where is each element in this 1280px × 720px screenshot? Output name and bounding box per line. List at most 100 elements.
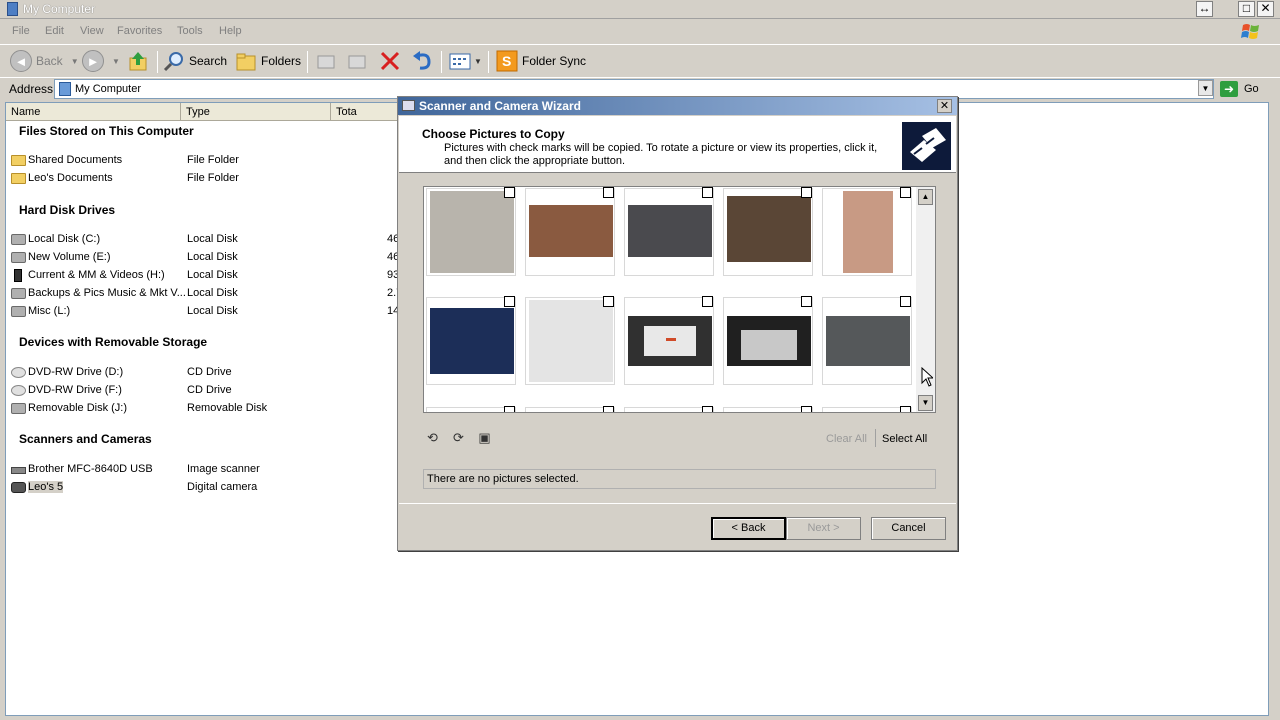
- dialog-close-button[interactable]: ✕: [937, 99, 952, 113]
- thumbnail[interactable]: [426, 296, 516, 385]
- thumbnail-checkbox[interactable]: [801, 406, 812, 412]
- folder-icon: [11, 155, 26, 166]
- menu-tools[interactable]: Tools: [177, 25, 203, 37]
- item-name: Leo's Documents: [28, 172, 113, 184]
- go-arrow-icon: ➜: [1220, 81, 1238, 97]
- list-item[interactable]: Backups & Pics Music & Mkt V... Local Di…: [9, 286, 409, 302]
- back-button[interactable]: < Back: [711, 517, 786, 540]
- thumbnail[interactable]: [822, 296, 912, 385]
- phone-drive-icon: [14, 269, 22, 282]
- list-item[interactable]: Brother MFC-8640D USB Image scanner: [9, 462, 409, 478]
- thumbnail-checkbox[interactable]: [504, 187, 515, 198]
- forward-button[interactable]: ► ▼: [82, 49, 120, 73]
- scanner-icon: [11, 467, 26, 474]
- undo-button[interactable]: [411, 49, 433, 73]
- column-name[interactable]: Name: [6, 103, 181, 121]
- thumbnail-checkbox[interactable]: [900, 296, 911, 307]
- close-button[interactable]: ✕: [1257, 1, 1274, 17]
- chevron-down-icon: ▼: [474, 56, 482, 66]
- thumbnail[interactable]: [525, 187, 615, 276]
- cancel-button[interactable]: Cancel: [871, 517, 946, 540]
- list-item[interactable]: Leo's Documents File Folder: [9, 171, 409, 187]
- thumbnail-checkbox[interactable]: [504, 296, 515, 307]
- scroll-down-arrow-icon[interactable]: ▼: [918, 395, 933, 411]
- thumbnail[interactable]: [624, 187, 714, 276]
- list-item[interactable]: Leo's 5 Digital camera: [9, 480, 409, 496]
- folder-sync-button[interactable]: S Folder Sync: [496, 49, 586, 73]
- title-bar: My Computer ↔ □ ✕: [0, 0, 1280, 19]
- thumbnail[interactable]: [525, 406, 615, 412]
- scroll-up-arrow-icon[interactable]: ▲: [918, 189, 933, 205]
- folders-button[interactable]: Folders: [235, 49, 301, 73]
- back-button[interactable]: ◄ Back ▼: [10, 49, 79, 73]
- restore-button[interactable]: ↔: [1196, 1, 1213, 17]
- item-type: Image scanner: [187, 463, 260, 475]
- thumbnail[interactable]: [426, 187, 516, 276]
- list-item[interactable]: Local Disk (C:) Local Disk 46: [9, 232, 409, 248]
- thumbnail-checkbox[interactable]: [801, 187, 812, 198]
- thumbnail-image: [430, 191, 514, 273]
- clear-all-button[interactable]: Clear All: [826, 433, 867, 445]
- thumbnail[interactable]: [822, 406, 912, 412]
- copy-to-button[interactable]: [346, 49, 368, 73]
- thumbnail-checkbox[interactable]: [801, 296, 812, 307]
- thumbnail[interactable]: [822, 187, 912, 276]
- menu-file[interactable]: File: [12, 25, 30, 37]
- thumbnail-pane[interactable]: ▲ ▼: [423, 186, 936, 413]
- column-total[interactable]: Tota: [331, 103, 401, 121]
- list-item[interactable]: DVD-RW Drive (F:) CD Drive: [9, 383, 409, 399]
- up-folder-button[interactable]: [128, 49, 150, 73]
- thumbnail-checkbox[interactable]: [702, 296, 713, 307]
- rotate-right-icon[interactable]: ⟳: [450, 431, 467, 445]
- thumbnail-checkbox[interactable]: [900, 406, 911, 412]
- rotate-left-icon[interactable]: ⟲: [424, 431, 441, 445]
- address-dropdown-button[interactable]: ▼: [1198, 80, 1213, 96]
- move-to-button[interactable]: [315, 49, 337, 73]
- thumbnail[interactable]: [525, 296, 615, 385]
- thumbnail-checkbox[interactable]: [900, 187, 911, 198]
- thumbnail[interactable]: [624, 296, 714, 385]
- column-type[interactable]: Type: [181, 103, 331, 121]
- removable-disk-icon: [11, 403, 26, 414]
- list-item[interactable]: Shared Documents File Folder: [9, 153, 409, 169]
- select-all-button[interactable]: Select All: [882, 433, 927, 445]
- views-button[interactable]: ▼: [449, 49, 482, 73]
- up-folder-icon: [129, 52, 147, 71]
- thumbnail-image: [430, 308, 514, 374]
- delete-button[interactable]: [379, 49, 401, 73]
- thumbnail[interactable]: [723, 296, 813, 385]
- copy-to-icon: [348, 55, 366, 69]
- thumbnail-checkbox[interactable]: [702, 406, 713, 412]
- menu-help[interactable]: Help: [219, 25, 242, 37]
- thumbnail-checkbox[interactable]: [603, 187, 614, 198]
- toolbar: ◄ Back ▼ ► ▼ Search Folders ▼ S Folder S…: [0, 44, 1280, 76]
- thumbnail[interactable]: [624, 406, 714, 412]
- thumbnail-checkbox[interactable]: [603, 406, 614, 412]
- list-item[interactable]: Current & MM & Videos (H:) Local Disk 93: [9, 268, 409, 284]
- next-button[interactable]: Next >: [786, 517, 861, 540]
- chevron-down-icon: ▼: [112, 56, 120, 66]
- list-item[interactable]: DVD-RW Drive (D:) CD Drive: [9, 365, 409, 381]
- list-item[interactable]: Removable Disk (J:) Removable Disk: [9, 401, 409, 417]
- wizard-heading: Choose Pictures to Copy: [422, 127, 565, 141]
- menu-view[interactable]: View: [80, 25, 104, 37]
- search-button[interactable]: Search: [163, 49, 227, 73]
- thumbnail-checkbox[interactable]: [603, 296, 614, 307]
- list-item[interactable]: New Volume (E:) Local Disk 46: [9, 250, 409, 266]
- move-to-icon: [317, 55, 335, 69]
- maximize-button[interactable]: □: [1238, 1, 1255, 17]
- menu-favorites[interactable]: Favorites: [117, 25, 162, 37]
- thumbnail-checkbox[interactable]: [702, 187, 713, 198]
- folder-icon: [11, 173, 26, 184]
- thumbnail-checkbox[interactable]: [504, 406, 515, 412]
- item-name: Shared Documents: [28, 154, 123, 166]
- thumbnail[interactable]: [426, 406, 516, 412]
- go-button[interactable]: ➜ Go: [1220, 80, 1259, 98]
- menu-edit[interactable]: Edit: [45, 25, 64, 37]
- item-type: File Folder: [187, 154, 239, 166]
- computer-icon: [7, 2, 18, 16]
- thumbnail[interactable]: [723, 406, 813, 412]
- thumbnail[interactable]: [723, 187, 813, 276]
- properties-icon[interactable]: ▣: [476, 431, 493, 445]
- list-item[interactable]: Misc (L:) Local Disk 14: [9, 304, 409, 320]
